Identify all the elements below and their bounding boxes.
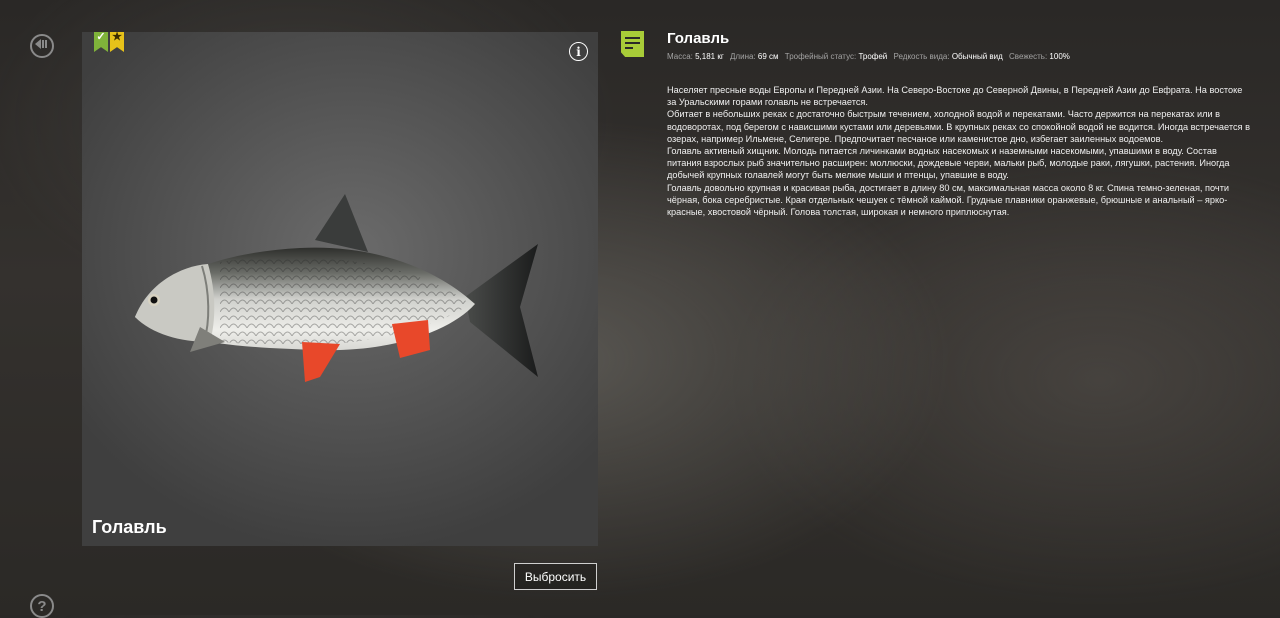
help-button[interactable]: ? — [30, 594, 54, 618]
description-paragraph: Населяет пресные воды Европы и Передней … — [667, 85, 1243, 108]
star-icon: ★ — [110, 32, 124, 52]
fish-description: Населяет пресные воды Европы и Передней … — [667, 84, 1252, 218]
fish-stats: Масса: 5,181 кг Длина: 69 см Трофейный с… — [667, 52, 1074, 61]
back-arrow-icon — [35, 37, 49, 55]
stat-value-trophy: Трофей — [858, 52, 888, 61]
stat-value-mass: 5,181 кг — [695, 52, 724, 61]
discard-button[interactable]: Выбросить — [514, 563, 597, 590]
description-paragraph: Обитает в небольших реках с достаточно б… — [667, 109, 1250, 144]
fish-card: ✓ ★ i Голавль — [82, 32, 598, 546]
stat-label-trophy: Трофейный статус: — [784, 52, 857, 61]
info-icon: i — [576, 44, 581, 59]
description-paragraph: Голавль активный хищник. Молодь питается… — [667, 146, 1230, 181]
stat-value-freshness: 100% — [1049, 52, 1070, 61]
notes-icon — [621, 31, 644, 57]
stat-value-rarity: Обычный вид — [951, 52, 1003, 61]
info-button[interactable]: i — [569, 42, 588, 61]
badges: ✓ ★ — [94, 32, 124, 52]
stat-label-rarity: Редкость вида: — [893, 52, 950, 61]
stat-label-freshness: Свежесть: — [1009, 52, 1048, 61]
check-icon: ✓ — [94, 32, 108, 52]
stat-label-mass: Масса: — [667, 52, 693, 61]
stat-label-length: Длина: — [730, 52, 756, 61]
back-button[interactable] — [30, 34, 54, 58]
question-mark-icon: ? — [37, 597, 47, 615]
fish-image — [135, 194, 538, 382]
description-paragraph: Голавль довольно крупная и красивая рыба… — [667, 182, 1230, 218]
fish-name-label: Голавль — [92, 517, 167, 537]
fish-title: Голавль — [667, 30, 730, 47]
stat-value-length: 69 см — [757, 52, 779, 61]
